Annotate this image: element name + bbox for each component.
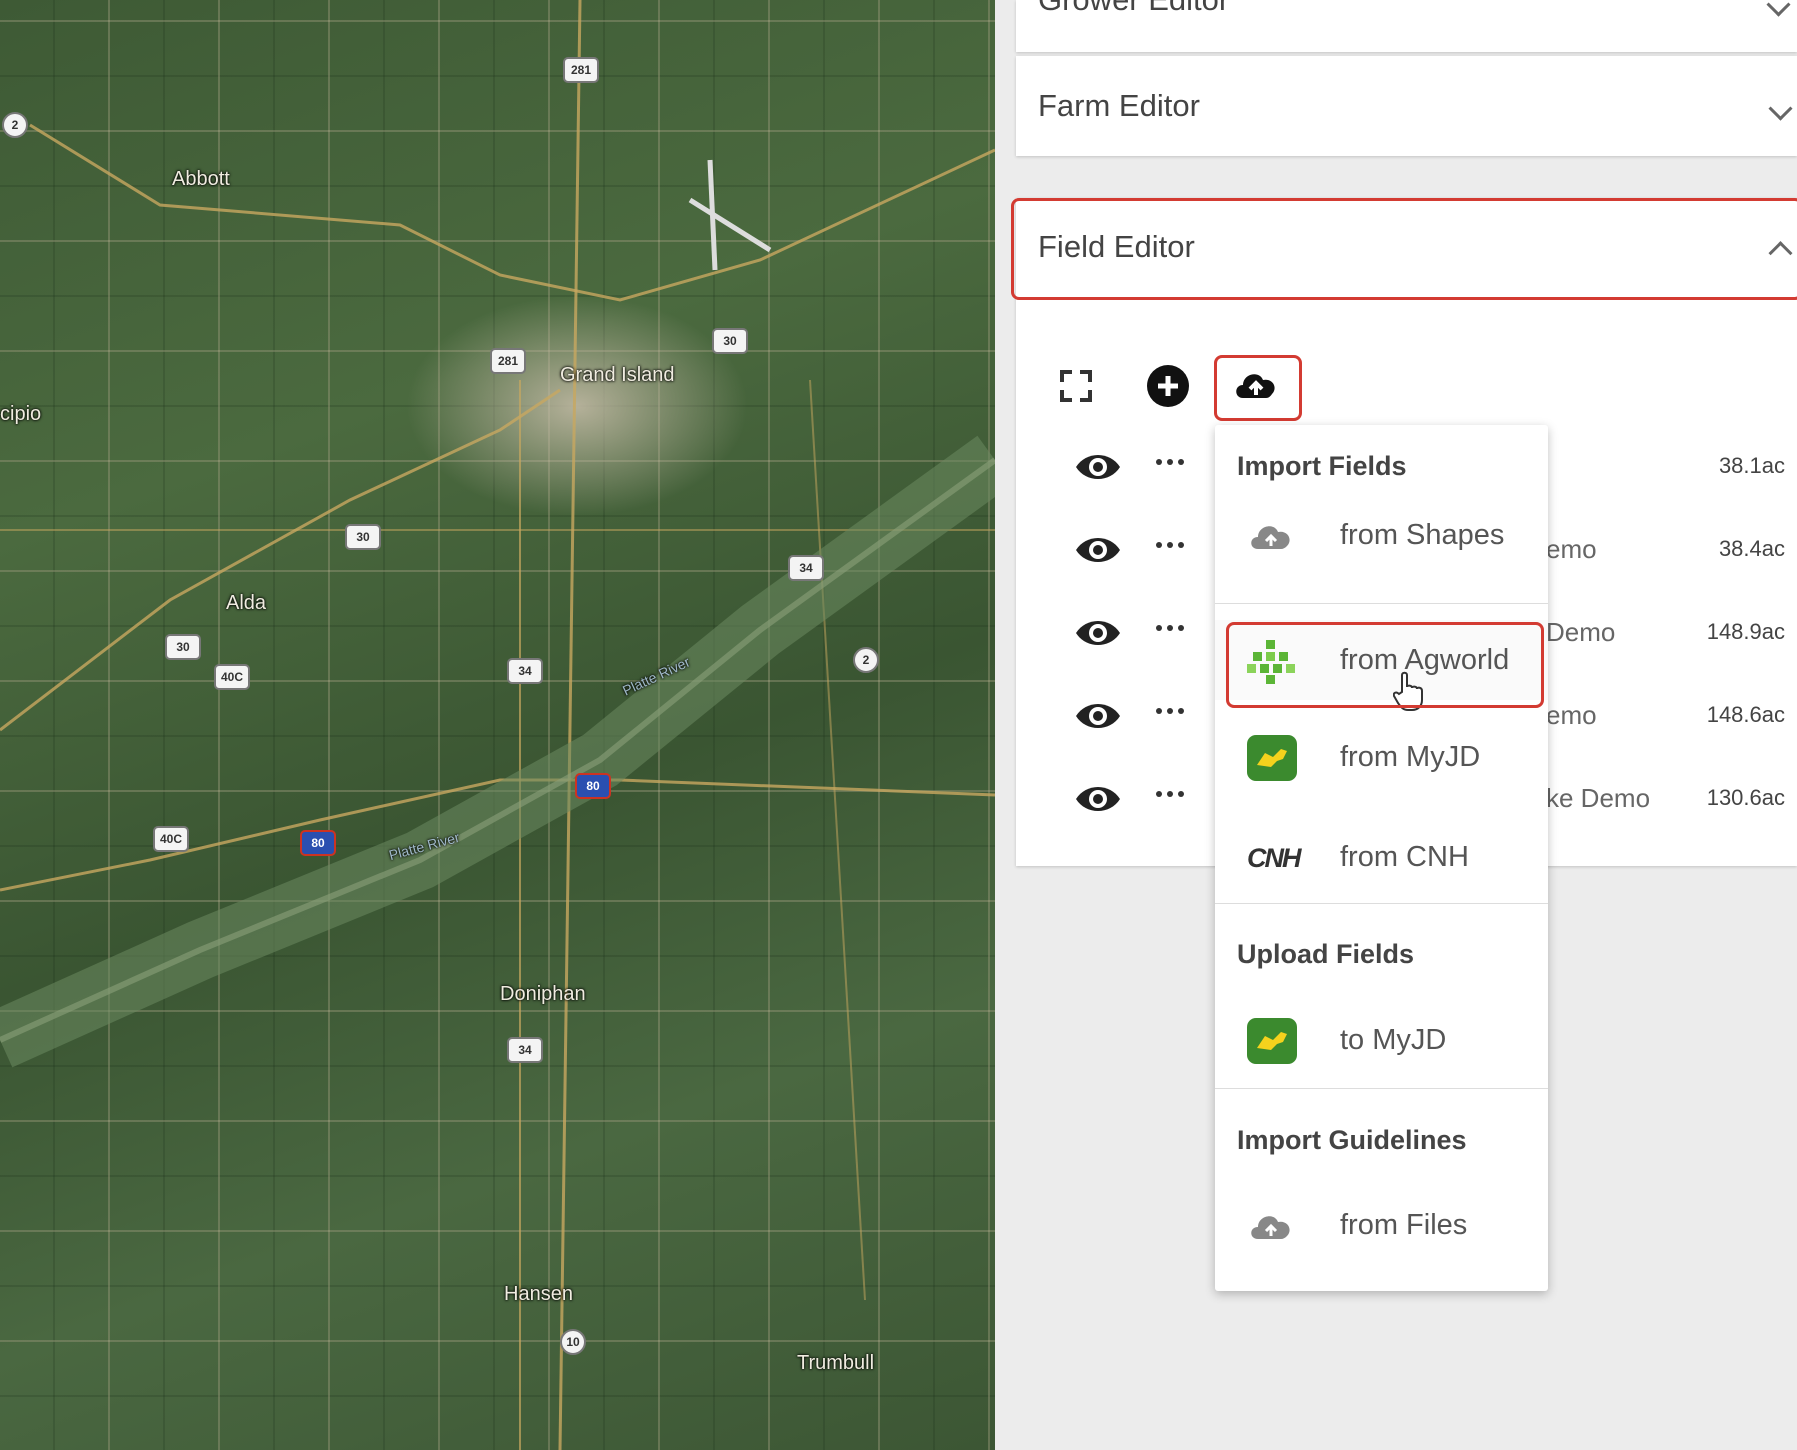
town-label: Grand Island <box>560 364 675 386</box>
upload-fields-heading: Upload Fields <box>1237 939 1415 969</box>
hand-cursor-icon <box>1393 671 1423 711</box>
menu-item-label: from Shapes <box>1340 519 1505 551</box>
route-shield: 30 <box>712 328 748 354</box>
menu-item-from-myjd[interactable]: from MyJD <box>1215 717 1548 797</box>
route-shield: 2 <box>853 647 879 673</box>
more-options-icon[interactable] <box>1156 625 1184 631</box>
town-label: Abbott <box>172 168 230 190</box>
menu-item-to-myjd[interactable]: to MyJD <box>1215 1000 1548 1080</box>
route-shield: 34 <box>507 1037 543 1063</box>
more-options-icon[interactable] <box>1156 791 1184 797</box>
cnh-logo-icon: CNH <box>1247 835 1301 881</box>
field-name: emo <box>1546 534 1597 564</box>
cloud-upload-icon <box>1236 374 1275 398</box>
cloud-upload-icon <box>1251 1216 1290 1239</box>
field-area: 148.9ac <box>1706 619 1785 644</box>
more-options-icon[interactable] <box>1156 708 1184 714</box>
john-deere-logo-icon <box>1247 735 1297 781</box>
visibility-eye-icon[interactable] <box>1074 694 1122 738</box>
divider <box>1215 1088 1548 1089</box>
agworld-logo-icon <box>1247 640 1295 684</box>
john-deere-logo-icon <box>1247 1018 1297 1064</box>
visibility-eye-icon[interactable] <box>1074 777 1122 821</box>
field-editor-title[interactable]: Field Editor <box>1016 198 1797 296</box>
import-fields-heading: Import Fields <box>1237 451 1407 481</box>
import-guidelines-heading: Import Guidelines <box>1237 1125 1467 1155</box>
visibility-eye-icon[interactable] <box>1074 445 1122 489</box>
field-name: emo <box>1546 700 1597 730</box>
town-label: Hansen <box>504 1283 573 1305</box>
route-shield: 30 <box>345 524 381 550</box>
field-area: 130.6ac <box>1706 785 1785 810</box>
cnh-logo-text: CNH <box>1247 843 1301 873</box>
route-shield: 40C <box>214 664 250 690</box>
menu-item-from-shapes[interactable]: from Shapes <box>1215 495 1548 575</box>
town-label: Alda <box>226 592 267 614</box>
grower-editor-title: Grower Editor <box>1016 0 1797 36</box>
map-roads <box>0 0 995 1450</box>
visibility-eye-icon[interactable] <box>1074 528 1122 572</box>
farm-editor-title: Farm Editor <box>1038 88 1200 123</box>
town-label: cipio <box>0 403 42 425</box>
visibility-eye-icon[interactable] <box>1074 611 1122 655</box>
field-name: Demo <box>1546 617 1616 647</box>
add-circle-icon <box>1147 365 1189 407</box>
fullscreen-icon <box>1060 370 1092 402</box>
route-shield: 40C <box>153 826 189 852</box>
field-area: 148.6ac <box>1706 702 1785 727</box>
menu-item-label: from Files <box>1340 1209 1468 1241</box>
field-area: 38.4ac <box>1718 536 1785 561</box>
satellite-map[interactable]: Abbott Grand Island Alda Doniphan Hansen… <box>0 0 995 1450</box>
import-menu: Import Fields from Shapes from Agworld f… <box>1215 425 1548 1291</box>
more-options-icon[interactable] <box>1156 542 1184 548</box>
divider <box>1215 903 1548 904</box>
fullscreen-button[interactable] <box>1048 358 1104 414</box>
route-shield: 34 <box>788 555 824 581</box>
menu-item-label: from CNH <box>1340 841 1469 873</box>
town-label: Doniphan <box>500 983 586 1005</box>
import-upload-button[interactable] <box>1228 358 1284 414</box>
route-shield: 30 <box>165 634 201 660</box>
farm-editor-card[interactable]: Farm Editor <box>1016 56 1797 156</box>
route-shield: 281 <box>490 348 526 374</box>
field-area: 38.1ac <box>1718 453 1785 478</box>
route-shield: 281 <box>563 57 599 83</box>
route-shield: 80 <box>575 773 611 799</box>
field-name: ke Demo <box>1546 783 1651 813</box>
menu-item-label: to MyJD <box>1340 1024 1447 1056</box>
cloud-upload-icon <box>1251 526 1290 549</box>
menu-item-from-agworld[interactable]: from Agworld <box>1215 620 1548 711</box>
route-shield: 80 <box>300 830 336 856</box>
add-field-button[interactable] <box>1140 358 1196 414</box>
menu-item-label: from MyJD <box>1340 741 1481 773</box>
menu-item-from-files[interactable]: from Files <box>1215 1185 1548 1265</box>
route-shield: 34 <box>507 658 543 684</box>
menu-item-from-cnh[interactable]: CNH from CNH <box>1215 817 1548 897</box>
divider <box>1215 603 1548 604</box>
more-options-icon[interactable] <box>1156 459 1184 465</box>
grower-editor-card[interactable]: Grower Editor <box>1016 0 1797 52</box>
route-shield: 10 <box>560 1329 586 1355</box>
town-label: Trumbull <box>797 1352 875 1374</box>
route-shield: 2 <box>2 112 28 138</box>
